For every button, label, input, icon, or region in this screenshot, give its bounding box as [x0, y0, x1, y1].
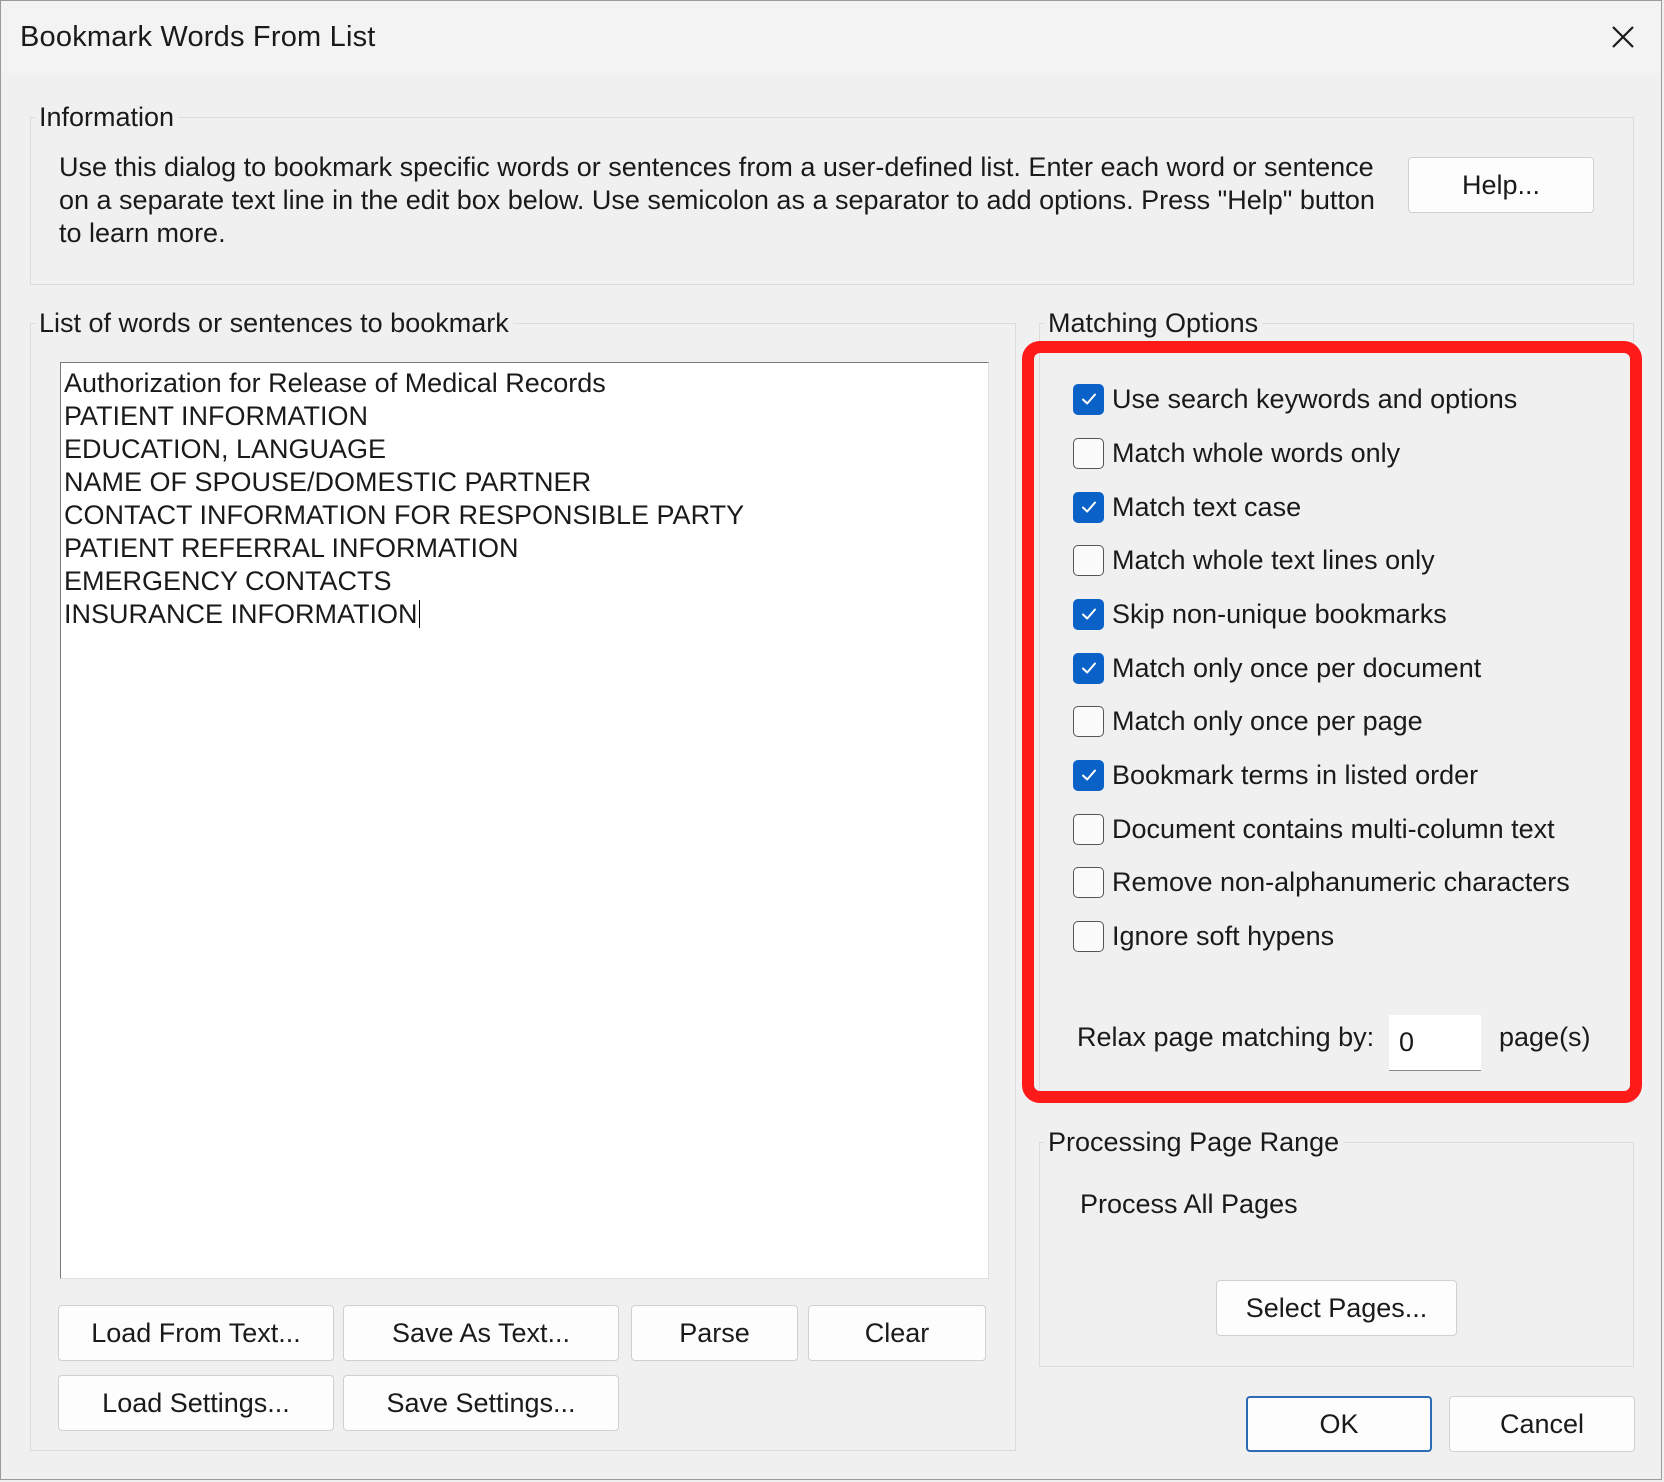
option-row[interactable]: Match only once per page [1073, 701, 1423, 741]
word-list-line: PATIENT INFORMATION [64, 401, 369, 431]
word-list-line-text: INSURANCE INFORMATION [64, 599, 418, 629]
option-label: Bookmark terms in listed order [1112, 759, 1479, 790]
ok-button[interactable]: OK [1246, 1396, 1432, 1452]
parse-button[interactable]: Parse [631, 1305, 798, 1361]
matching-options-group-title: Matching Options [1044, 308, 1263, 339]
clear-button[interactable]: Clear [808, 1305, 986, 1361]
word-list-line-last: INSURANCE INFORMATION [64, 598, 985, 631]
option-row[interactable]: Ignore soft hypens [1073, 916, 1334, 956]
option-row[interactable]: Match text case [1073, 487, 1301, 527]
save-as-text-button[interactable]: Save As Text... [343, 1305, 619, 1361]
checkbox-checked[interactable] [1073, 491, 1104, 523]
select-pages-button[interactable]: Select Pages... [1216, 1280, 1457, 1336]
bookmark-words-dialog: Bookmark Words From List Information Use… [0, 0, 1662, 1480]
checkbox-unchecked[interactable] [1073, 705, 1104, 737]
title-bar: Bookmark Words From List [1, 1, 1661, 73]
window-title: Bookmark Words From List [20, 21, 376, 53]
help-button[interactable]: Help... [1408, 157, 1594, 213]
option-label: Match only once per document [1112, 652, 1482, 683]
word-list-line: Authorization for Release of Medical Rec… [64, 368, 606, 398]
word-list-editbox[interactable]: Authorization for Release of Medical Rec… [60, 362, 989, 1279]
option-label: Match only once per page [1112, 705, 1423, 736]
checkbox-checked[interactable] [1073, 598, 1104, 630]
option-row[interactable]: Match only once per document [1073, 648, 1481, 688]
option-row[interactable]: Remove non-alphanumeric characters [1073, 862, 1570, 902]
option-row[interactable]: Match whole text lines only [1073, 540, 1435, 580]
word-list-line: EDUCATION, LANGUAGE [64, 434, 387, 464]
option-label: Match text case [1112, 491, 1302, 522]
page-range-status: Process All Pages [1080, 1189, 1298, 1219]
option-label: Document contains multi-column text [1112, 813, 1555, 844]
information-text: Use this dialog to bookmark specific wor… [59, 152, 1375, 248]
checkmark-icon [1081, 769, 1096, 781]
checkmark-icon [1081, 608, 1096, 620]
option-row[interactable]: Match whole words only [1073, 433, 1400, 473]
option-label: Match whole text lines only [1112, 544, 1435, 575]
checkbox-checked[interactable] [1073, 759, 1104, 791]
relax-page-matching-label: Relax page matching by: [1077, 1022, 1375, 1052]
option-row[interactable]: Document contains multi-column text [1073, 809, 1555, 849]
checkmark-icon [1081, 501, 1096, 513]
checkbox-unchecked[interactable] [1073, 437, 1104, 469]
word-list-line: PATIENT REFERRAL INFORMATION [64, 533, 519, 563]
checkbox-unchecked[interactable] [1073, 544, 1104, 576]
checkbox-checked[interactable] [1073, 383, 1104, 415]
word-list-line: NAME OF SPOUSE/DOMESTIC PARTNER [64, 467, 592, 497]
information-group-title: Information [35, 102, 179, 133]
option-row[interactable]: Bookmark terms in listed order [1073, 755, 1478, 795]
checkmark-icon [1081, 662, 1096, 674]
checkbox-unchecked[interactable] [1073, 920, 1104, 952]
word-list-line: EMERGENCY CONTACTS [64, 566, 392, 596]
save-settings-button[interactable]: Save Settings... [343, 1375, 619, 1431]
option-label: Match whole words only [1112, 437, 1401, 468]
text-caret [418, 600, 421, 628]
word-list-line: CONTACT INFORMATION FOR RESPONSIBLE PART… [64, 500, 745, 530]
checkbox-checked[interactable] [1073, 652, 1104, 684]
option-label: Ignore soft hypens [1112, 920, 1335, 951]
load-from-text-button[interactable]: Load From Text... [58, 1305, 334, 1361]
page-range-group-title: Processing Page Range [1044, 1127, 1344, 1158]
close-icon [1612, 26, 1634, 48]
checkbox-unchecked[interactable] [1073, 866, 1104, 898]
word-list-group-title: List of words or sentences to bookmark [35, 308, 513, 339]
option-label: Remove non-alphanumeric characters [1112, 866, 1570, 897]
load-settings-button[interactable]: Load Settings... [58, 1375, 334, 1431]
checkmark-icon [1081, 393, 1096, 405]
option-label: Use search keywords and options [1112, 383, 1518, 414]
option-label: Skip non-unique bookmarks [1112, 598, 1447, 629]
option-row[interactable]: Skip non-unique bookmarks [1073, 594, 1447, 634]
option-row[interactable]: Use search keywords and options [1073, 379, 1517, 419]
cancel-button[interactable]: Cancel [1449, 1396, 1635, 1452]
close-button[interactable] [1595, 9, 1651, 65]
relax-page-matching-input[interactable] [1389, 1015, 1481, 1071]
checkbox-unchecked[interactable] [1073, 813, 1104, 845]
relax-pages-suffix: page(s) [1499, 1022, 1591, 1052]
